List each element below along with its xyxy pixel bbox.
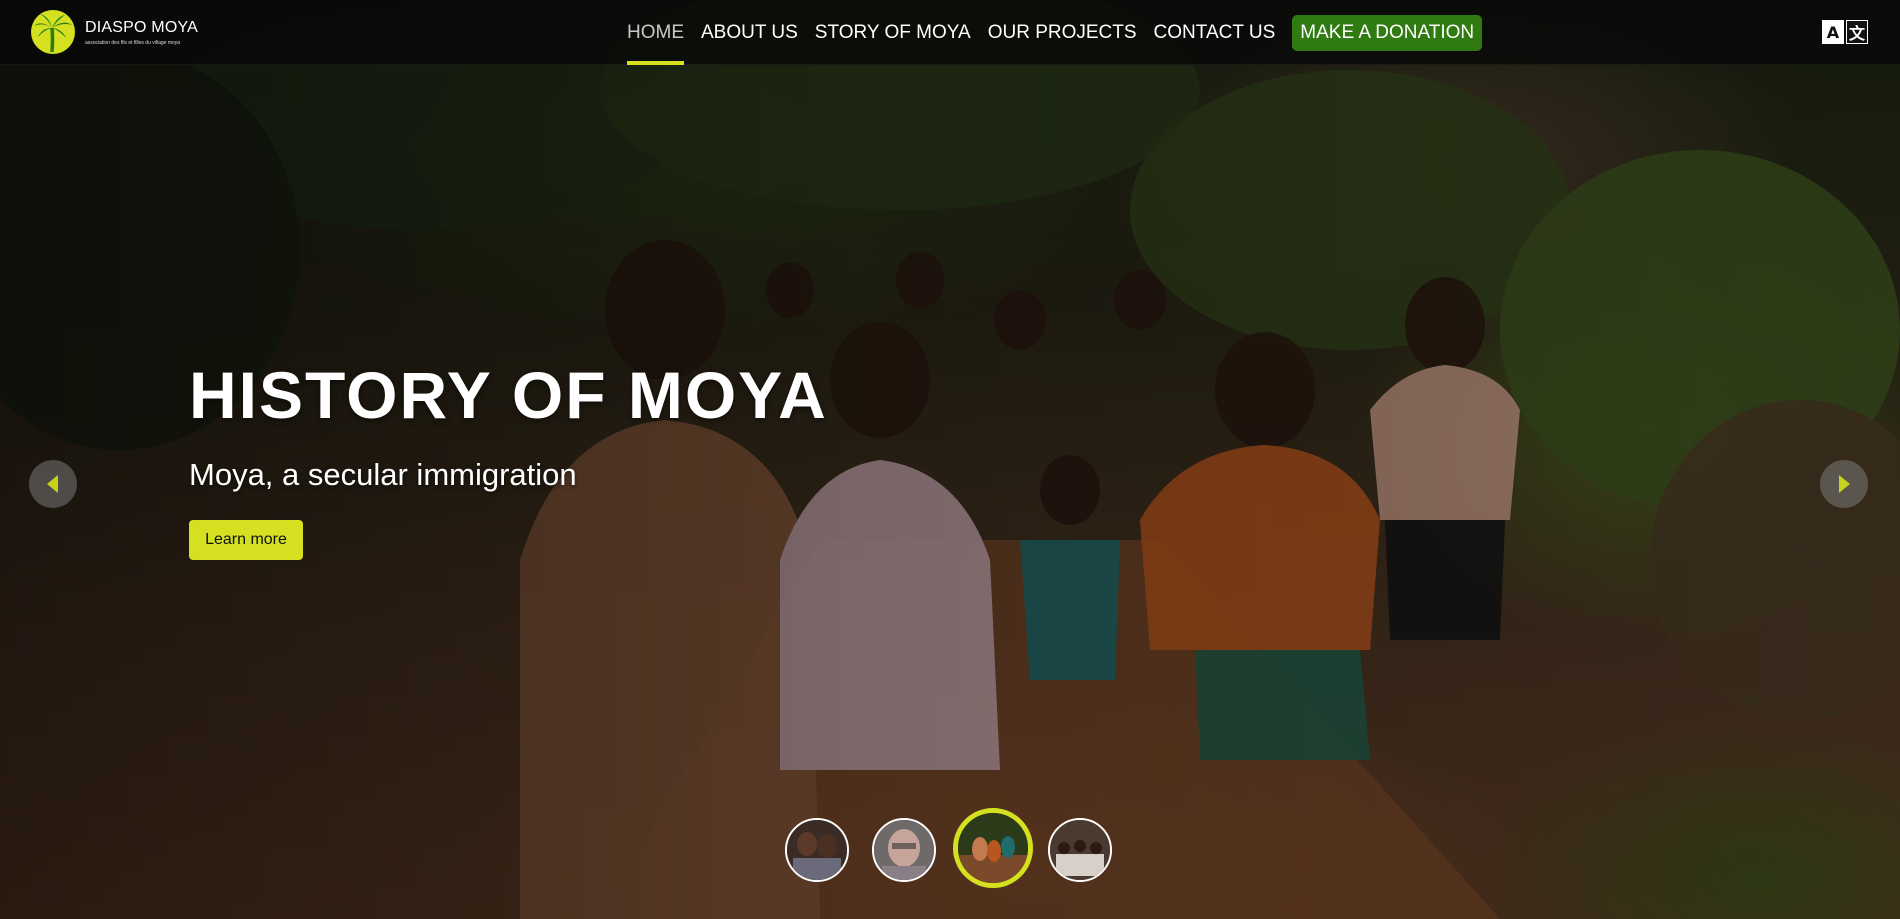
- brand-name: DIASPO MOYA: [85, 18, 199, 36]
- palm-tree-logo-icon: [31, 10, 75, 54]
- nav-item-story-of-moya[interactable]: STORY OF MOYA: [815, 0, 971, 65]
- brand-home-link[interactable]: DIASPO MOYA association des fils et fill…: [31, 10, 198, 54]
- carousel-thumbnails: [0, 808, 1900, 898]
- make-donation-button[interactable]: MAKE A DONATION: [1292, 14, 1483, 51]
- nav-item-about-us[interactable]: ABOUT US: [701, 0, 798, 65]
- main-nav: HOME ABOUT US STORY OF MOYA OUR PROJECTS…: [627, 0, 1483, 65]
- carousel-thumb-1[interactable]: [785, 818, 849, 882]
- carousel-thumb-3-active[interactable]: [953, 808, 1033, 888]
- carousel-thumb-4[interactable]: [1048, 818, 1112, 882]
- carousel-prev-button[interactable]: [29, 460, 77, 508]
- top-navigation-bar: DIASPO MOYA association des fils et fill…: [0, 0, 1900, 65]
- translate-latin-glyph: A: [1822, 20, 1844, 44]
- carousel-thumb-2[interactable]: [872, 818, 936, 882]
- carousel-next-button[interactable]: [1820, 460, 1868, 508]
- nav-item-our-projects[interactable]: OUR PROJECTS: [988, 0, 1137, 65]
- translate-icon[interactable]: A 文: [1822, 20, 1868, 44]
- nav-item-contact-us[interactable]: CONTACT US: [1154, 0, 1276, 65]
- brand-tagline: association des fils et filles du villag…: [85, 39, 181, 46]
- nav-item-home[interactable]: HOME: [627, 0, 684, 65]
- slide-title: HISTORY OF MOYA: [189, 358, 828, 432]
- translate-cjk-glyph: 文: [1846, 20, 1868, 44]
- chevron-right-icon: [1839, 475, 1850, 493]
- slide-subtitle: Moya, a secular immigration: [189, 457, 577, 492]
- chevron-left-icon: [47, 475, 58, 493]
- learn-more-button[interactable]: Learn more: [189, 520, 303, 560]
